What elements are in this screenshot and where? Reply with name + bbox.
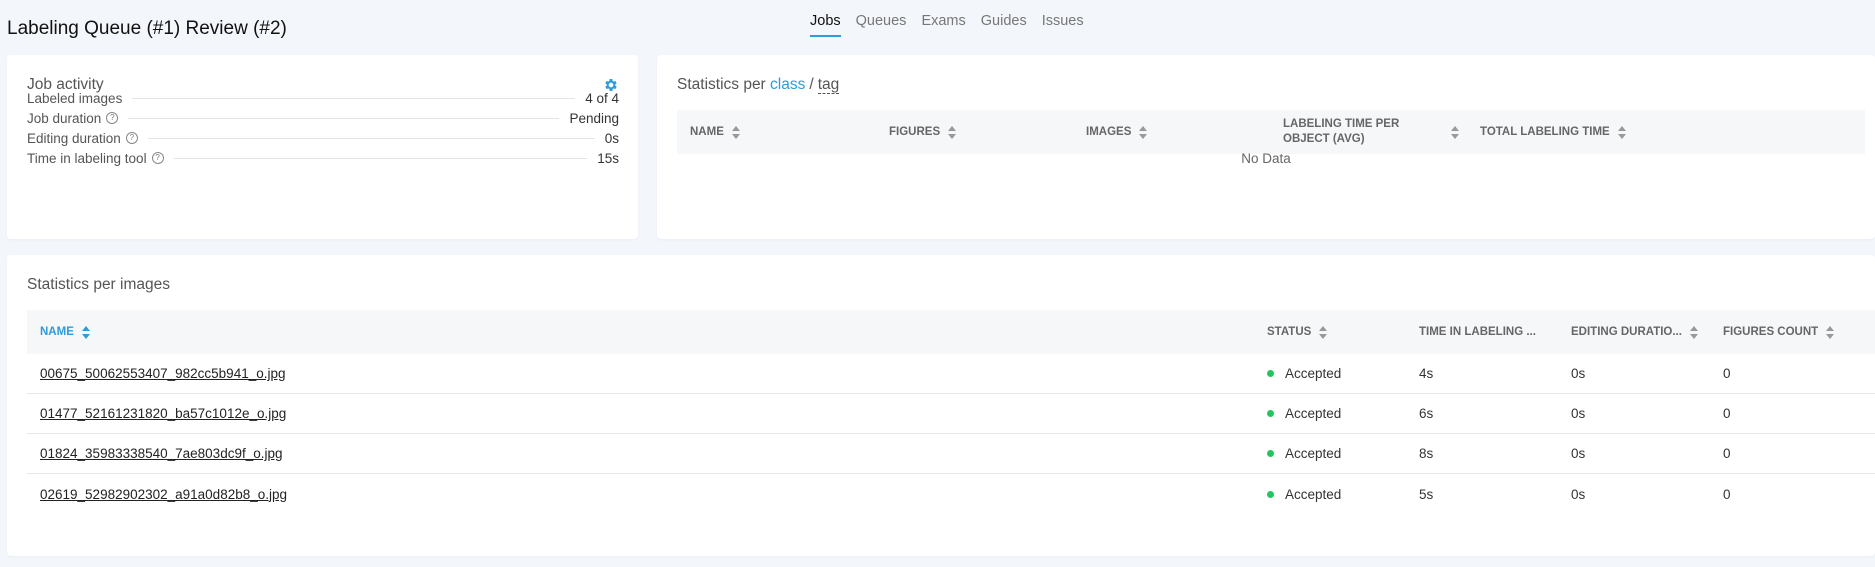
image-stats-title: Statistics per images xyxy=(27,276,170,293)
column-label: IMAGES xyxy=(1086,126,1132,138)
status-text: Accepted xyxy=(1285,446,1342,461)
column-label: FIGURES xyxy=(889,126,941,138)
status-dot xyxy=(1267,490,1274,498)
time-in-labeling: 6s xyxy=(1419,406,1434,421)
status-dot xyxy=(1267,410,1274,417)
column-header-images[interactable]: IMAGES xyxy=(1086,110,1148,154)
table-row: 00675_50062553407_982cc5b941_o.jpg Accep… xyxy=(27,354,1875,394)
column-label: LABELING TIME PER OBJECT (AVG) xyxy=(1283,118,1400,145)
image-name-link[interactable]: 00675_50062553407_982cc5b941_o.jpg xyxy=(40,366,286,381)
activity-value: 4 of 4 xyxy=(585,90,619,106)
sort-icon xyxy=(731,125,741,139)
status-dot xyxy=(1267,370,1274,377)
activity-label-wrap: Job duration? xyxy=(27,110,119,126)
nav-guides[interactable]: Guides xyxy=(981,13,1027,37)
activity-row-editing-duration: Editing duration? 0s xyxy=(27,129,619,147)
column-header-figures[interactable]: FIGURES xyxy=(889,110,957,154)
nav-jobs[interactable]: Jobs xyxy=(810,13,841,37)
activity-label-wrap: Editing duration? xyxy=(27,131,138,146)
column-header-total-labeling-time[interactable]: TOTAL LABELING TIME xyxy=(1480,110,1627,154)
help-icon[interactable]: ? xyxy=(125,132,138,144)
image-name-link[interactable]: 01824_35983338540_7ae803dc9f_o.jpg xyxy=(40,446,283,461)
column-label: NAME xyxy=(690,126,724,138)
activity-value: Pending xyxy=(569,110,619,126)
table-row: 02619_52982902302_a91a0d82b8_o.jpg Accep… xyxy=(27,474,1875,514)
table-row: 01477_52161231820_ba57c1012e_o.jpg Accep… xyxy=(27,394,1875,434)
main-nav: Jobs Queues Exams Guides Issues xyxy=(810,13,1084,37)
activity-label: Editing duration xyxy=(27,130,121,146)
sort-icon xyxy=(1451,125,1460,139)
column-label: NAME xyxy=(40,326,74,338)
column-header-status[interactable]: STATUS xyxy=(1267,310,1328,354)
sort-icon xyxy=(948,125,957,139)
images-table-header: NAME STATUS TIME IN LABELING ... EDITING… xyxy=(27,310,1875,354)
time-in-labeling: 5s xyxy=(1419,486,1434,502)
sort-icon xyxy=(81,325,91,339)
figures-count: 0 xyxy=(1723,406,1731,421)
image-name-link[interactable]: 01477_52161231820_ba57c1012e_o.jpg xyxy=(40,406,286,421)
editing-duration: 0s xyxy=(1571,486,1586,502)
status-text: Accepted xyxy=(1285,366,1342,381)
title-separator: / xyxy=(809,76,814,93)
column-header-time-in-labeling[interactable]: TIME IN LABELING ... xyxy=(1419,310,1536,354)
leader-line xyxy=(147,137,595,139)
job-activity-card: Job activity Labeled images 4 of 4 Job d… xyxy=(7,55,638,239)
figures-count: 0 xyxy=(1723,446,1731,461)
status-dot xyxy=(1267,450,1274,457)
editing-duration: 0s xyxy=(1571,406,1586,421)
editing-duration: 0s xyxy=(1571,446,1586,461)
column-header-name[interactable]: NAME xyxy=(40,310,91,354)
activity-value: 0s xyxy=(604,130,619,146)
nav-queues[interactable]: Queues xyxy=(856,13,907,37)
leader-line xyxy=(128,117,560,119)
title-prefix: Statistics per xyxy=(677,76,766,93)
column-label: TIME IN LABELING ... xyxy=(1419,326,1536,338)
status-text: Accepted xyxy=(1285,406,1342,421)
time-in-labeling: 8s xyxy=(1419,446,1434,461)
column-header-editing-duration[interactable]: EDITING DURATIO... xyxy=(1571,310,1699,354)
nav-exams[interactable]: Exams xyxy=(921,13,965,37)
activity-label-wrap: Time in labeling tool? xyxy=(27,151,164,166)
sort-icon xyxy=(1689,325,1699,339)
column-label: STATUS xyxy=(1267,326,1312,338)
sort-icon xyxy=(1319,325,1328,339)
column-header-labeling-time-avg[interactable]: LABELING TIME PER OBJECT (AVG) xyxy=(1283,110,1463,154)
table-row: 01824_35983338540_7ae803dc9f_o.jpg Accep… xyxy=(27,434,1875,474)
tag-toggle-link[interactable]: tag xyxy=(817,76,840,94)
image-name-link[interactable]: 02619_52982902302_a91a0d82b8_o.jpg xyxy=(40,487,287,502)
activity-label: Job duration xyxy=(27,110,102,126)
sort-icon xyxy=(1139,125,1148,139)
status-text: Accepted xyxy=(1285,486,1342,502)
activity-value: 15s xyxy=(597,150,619,166)
activity-label: Time in labeling tool xyxy=(27,150,147,166)
class-table-header: NAME FIGURES IMAGES LABELING TIME PER OB… xyxy=(677,110,1865,154)
page-title: Labeling Queue (#1) Review (#2) xyxy=(7,18,287,39)
sort-icon xyxy=(1826,325,1835,339)
column-header-figures-count[interactable]: FIGURES COUNT xyxy=(1723,310,1835,354)
help-icon[interactable]: ? xyxy=(151,152,164,164)
time-in-labeling: 4s xyxy=(1419,366,1434,381)
image-stats-card: Statistics per images NAME STATUS TIME I… xyxy=(7,255,1875,556)
column-header-name[interactable]: NAME xyxy=(690,110,741,154)
editing-duration: 0s xyxy=(1571,366,1586,381)
column-label: TOTAL LABELING TIME xyxy=(1480,126,1610,138)
nav-issues[interactable]: Issues xyxy=(1042,13,1084,37)
column-label: EDITING DURATIO... xyxy=(1571,326,1682,338)
figures-count: 0 xyxy=(1723,486,1731,502)
activity-row-labeled-images: Labeled images 4 of 4 xyxy=(27,89,619,107)
help-icon[interactable]: ? xyxy=(106,112,119,124)
class-stats-title: Statistics per class / tag xyxy=(677,76,840,94)
sort-icon xyxy=(1617,125,1627,139)
activity-row-job-duration: Job duration? Pending xyxy=(27,109,619,127)
column-label: FIGURES COUNT xyxy=(1723,326,1819,338)
top-bar: Labeling Queue (#1) Review (#2) Jobs Que… xyxy=(0,0,1875,52)
activity-row-time-in-tool: Time in labeling tool? 15s xyxy=(27,149,619,167)
class-stats-card: Statistics per class / tag NAME FIGURES IM… xyxy=(657,55,1875,239)
empty-state: No Data xyxy=(1241,151,1291,166)
leader-line xyxy=(132,97,576,99)
figures-count: 0 xyxy=(1723,366,1731,381)
class-toggle-link[interactable]: class xyxy=(770,76,805,93)
activity-label: Labeled images xyxy=(27,90,123,106)
leader-line xyxy=(173,157,588,159)
